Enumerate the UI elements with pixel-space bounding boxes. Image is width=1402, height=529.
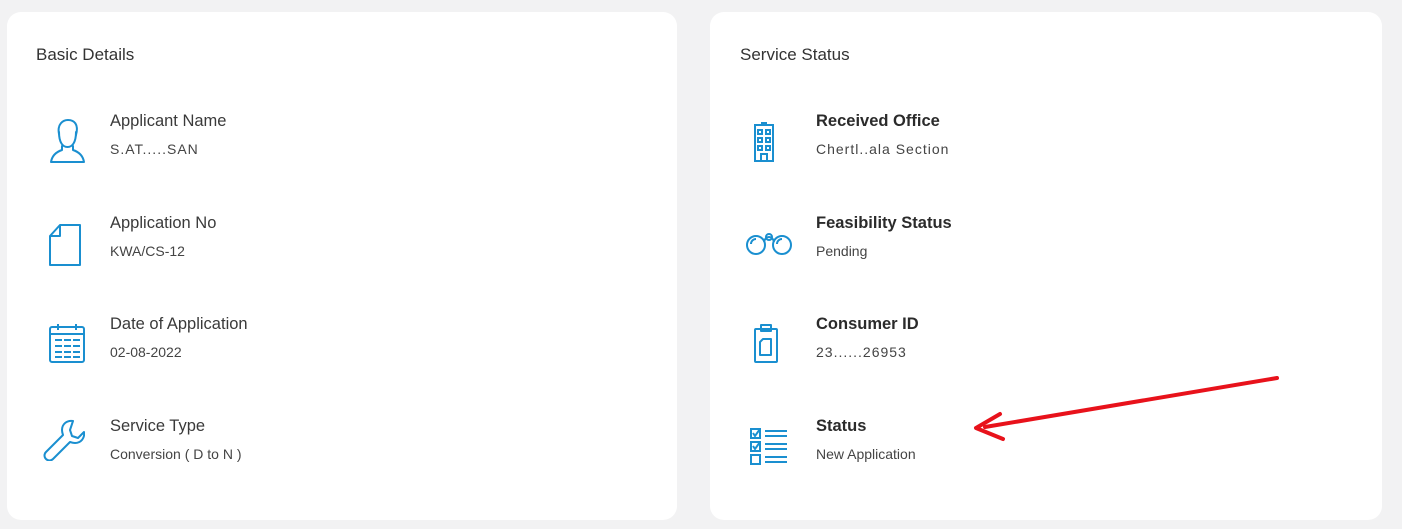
status-label: Status (816, 417, 867, 435)
consumer-id-label: Consumer ID (816, 315, 919, 333)
service-status-title: Service Status (740, 45, 850, 64)
document-icon (49, 224, 81, 266)
service-type-row: Service Type Conversion ( D to N ) (7, 417, 677, 477)
basic-details-card: Basic Details Applicant Name S.AT.....SA… (7, 12, 677, 520)
checklist-icon (750, 428, 787, 465)
user-icon (50, 119, 85, 163)
calendar-icon (49, 324, 85, 363)
building-icon (754, 122, 774, 162)
feasibility-status-row: Feasibility Status Pending (710, 214, 1382, 274)
status-value: New Application (816, 446, 916, 462)
date-of-application-value: 02-08-2022 (110, 344, 182, 360)
applicant-name-row: Applicant Name S.AT.....SAN (7, 112, 677, 172)
basic-details-title: Basic Details (36, 45, 135, 64)
binoculars-icon (746, 233, 792, 255)
wrench-icon (43, 419, 85, 461)
consumer-id-row: Consumer ID 23......26953 (710, 315, 1382, 375)
application-no-value: KWA/CS-12 (110, 243, 185, 259)
service-type-label: Service Type (110, 417, 206, 435)
applicant-name-value: S.AT.....SAN (110, 141, 199, 157)
clipboard-icon (754, 324, 778, 363)
received-office-value: Chertl..ala Section (816, 141, 950, 157)
applicant-name-label: Applicant Name (110, 112, 227, 130)
consumer-id-value: 23......26953 (816, 344, 907, 360)
feasibility-status-label: Feasibility Status (816, 214, 952, 232)
application-no-label: Application No (110, 214, 217, 232)
service-type-value: Conversion ( D to N ) (110, 446, 242, 462)
received-office-label: Received Office (816, 112, 940, 130)
application-no-row: Application No KWA/CS-12 (7, 214, 677, 274)
received-office-row: Received Office Chertl..ala Section (710, 112, 1382, 172)
feasibility-status-value: Pending (816, 243, 868, 259)
date-of-application-row: Date of Application 02-08-2022 (7, 315, 677, 375)
status-row: Status New Application (710, 417, 1382, 477)
date-of-application-label: Date of Application (110, 315, 248, 333)
service-status-card: Service Status Received Office Chertl..a… (710, 12, 1382, 520)
